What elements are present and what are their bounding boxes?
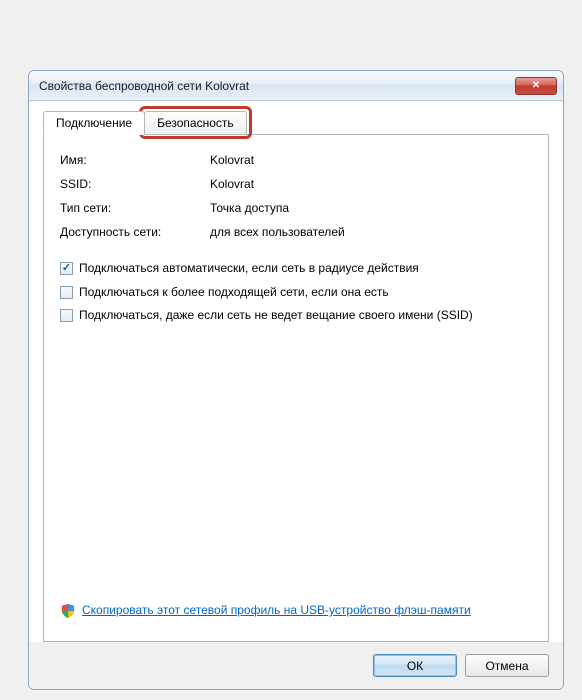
checkbox-preferred-network[interactable] — [60, 286, 73, 299]
label-availability: Доступность сети: — [60, 225, 210, 239]
window-body: Подключение Безопасность Имя: Kolovrat S… — [29, 101, 563, 689]
tab-panel-connection: Имя: Kolovrat SSID: Kolovrat Тип сети: Т… — [43, 134, 549, 642]
dialog-window: Свойства беспроводной сети Kolovrat ✕ По… — [28, 70, 564, 690]
value-availability: для всех пользователей — [210, 225, 532, 239]
window-title: Свойства беспроводной сети Kolovrat — [39, 79, 249, 93]
tabs-row: Подключение Безопасность — [43, 111, 549, 134]
close-icon: ✕ — [532, 80, 540, 91]
tabs-area: Подключение Безопасность — [29, 101, 563, 134]
checkbox-label: Подключаться, даже если сеть не ведет ве… — [79, 308, 473, 324]
value-name: Kolovrat — [210, 153, 532, 167]
shield-icon — [60, 603, 76, 619]
label-name: Имя: — [60, 153, 210, 167]
spacer — [60, 332, 532, 591]
checkbox-label: Подключаться к более подходящей сети, ес… — [79, 285, 389, 301]
checkbox-hidden-ssid[interactable] — [60, 309, 73, 322]
tab-security[interactable]: Безопасность — [144, 111, 247, 134]
copy-profile-row: Скопировать этот сетевой профиль на USB-… — [60, 603, 532, 619]
tab-label: Безопасность — [157, 116, 234, 130]
checkbox-row-auto: Подключаться автоматически, если сеть в … — [60, 261, 532, 277]
value-type: Точка доступа — [210, 201, 532, 215]
copy-profile-link[interactable]: Скопировать этот сетевой профиль на USB-… — [82, 603, 471, 619]
titlebar[interactable]: Свойства беспроводной сети Kolovrat ✕ — [29, 71, 563, 101]
label-type: Тип сети: — [60, 201, 210, 215]
checkbox-auto-connect[interactable] — [60, 262, 73, 275]
info-grid: Имя: Kolovrat SSID: Kolovrat Тип сети: Т… — [60, 153, 532, 239]
checkbox-label: Подключаться автоматически, если сеть в … — [79, 261, 419, 277]
cancel-button[interactable]: Отмена — [465, 654, 549, 677]
close-button[interactable]: ✕ — [515, 77, 557, 95]
button-bar: ОК Отмена — [29, 642, 563, 689]
checkbox-row-hidden: Подключаться, даже если сеть не ведет ве… — [60, 308, 532, 324]
checkbox-row-preferred: Подключаться к более подходящей сети, ес… — [60, 285, 532, 301]
tab-label: Подключение — [56, 116, 132, 130]
value-ssid: Kolovrat — [210, 177, 532, 191]
ok-button[interactable]: ОК — [373, 654, 457, 677]
tab-connection[interactable]: Подключение — [43, 111, 145, 135]
label-ssid: SSID: — [60, 177, 210, 191]
